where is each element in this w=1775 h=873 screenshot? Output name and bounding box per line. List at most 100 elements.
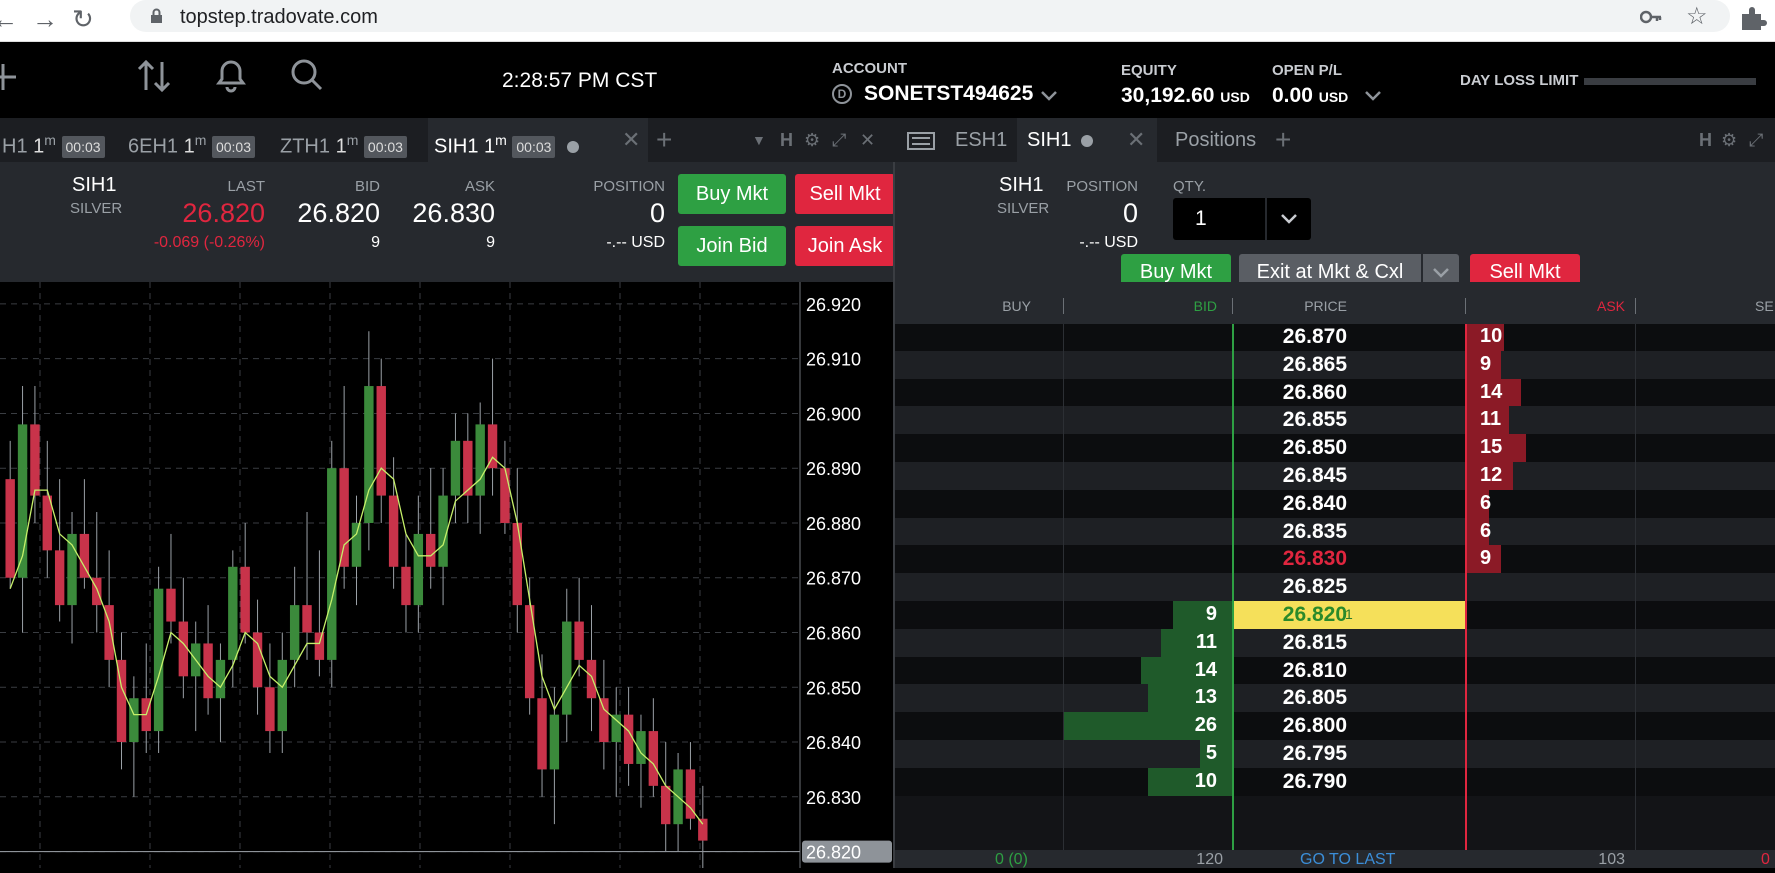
ask-size[interactable]: 11 [1480,406,1501,437]
dom-row[interactable]: 12 26.845 [895,462,1775,490]
dom-row[interactable]: 26 26.800 [895,712,1775,740]
ask-size[interactable]: 6 [1480,490,1491,521]
dom-row[interactable]: 6 26.835 [895,517,1775,549]
price-ask-separator [1465,324,1467,868]
close-tab-icon[interactable]: ✕ [1127,118,1145,162]
address-bar[interactable]: topstep.tradovate.com [130,0,1730,32]
go-to-last-link[interactable]: GO TO LAST [1300,851,1395,868]
key-icon[interactable] [1640,8,1662,26]
price-level[interactable]: 26.855 [1235,406,1347,437]
price-level[interactable]: 26.815 [1235,629,1347,660]
dom-row[interactable]: 6 26.840 [895,489,1775,521]
dom-row[interactable]: 9 26.830 [895,545,1775,576]
qty-input[interactable]: 1 [1173,198,1265,240]
extensions-icon[interactable] [1740,6,1770,30]
price-level[interactable]: 26.820 [1235,601,1347,632]
tab-chart[interactable]: 6EH1 1m 00:03 [128,118,268,162]
dom-row[interactable]: 5 26.795 [895,740,1775,768]
price-level[interactable]: 26.845 [1235,462,1347,493]
dom-row[interactable]: 14 26.860 [895,378,1775,410]
close-icon[interactable]: ✕ [860,118,875,162]
price-level[interactable]: 26.865 [1235,351,1347,382]
search-icon[interactable] [290,58,324,94]
price-level[interactable]: 26.870 [1235,324,1347,354]
bid-size[interactable]: 26 [1157,712,1217,743]
expand-icon[interactable]: ⤢ [1749,118,1763,162]
dropdown-icon[interactable]: ▼ [752,118,766,162]
dom-row[interactable]: 26.825 [895,573,1775,601]
dom-row[interactable]: 11 26.815 [895,628,1775,660]
bookmark-star-icon[interactable]: ☆ [1686,2,1708,31]
add-tab-icon[interactable]: + [1275,118,1291,162]
price-level[interactable]: 26.795 [1235,740,1347,771]
dom-row[interactable]: 11 26.855 [895,406,1775,437]
tab-chart-active[interactable]: SIH1 1m 00:03 [428,118,648,162]
price-level[interactable]: 26.800 [1235,712,1347,743]
forward-icon[interactable]: → [32,4,58,35]
price-chart[interactable]: 26.920 26.910 26.900 26.890 26.880 26.870 26.8… [0,282,895,868]
last-price: 26.820 [182,198,265,228]
chevron-down-icon[interactable] [1364,90,1382,102]
dom-row[interactable]: 1 9 26.820 [895,601,1775,629]
ask-size[interactable]: 12 [1480,462,1502,493]
col-divider[interactable] [1465,298,1466,314]
col-divider[interactable] [1232,298,1233,314]
price-level[interactable]: 26.860 [1235,379,1347,410]
bid-size[interactable]: 13 [1157,684,1217,715]
reload-icon[interactable]: ↻ [72,4,94,35]
transfer-icon[interactable] [136,58,174,96]
ask-size[interactable]: 15 [1480,434,1502,465]
price-level[interactable]: 26.810 [1235,657,1347,688]
back-icon[interactable]: ← [0,4,18,35]
bid-size[interactable]: 11 [1157,629,1217,660]
bid-size[interactable]: 9 [1157,601,1217,632]
bid-total: 120 [1196,851,1223,868]
gear-icon[interactable]: ⚙ [804,118,820,162]
tab-chart[interactable]: ZTH1 1m 00:03 [280,118,420,162]
join-bid-button[interactable]: Join Bid [678,226,786,266]
ask-size[interactable]: 6 [1480,518,1491,549]
help-icon[interactable]: H [780,118,793,162]
chevron-down-icon[interactable] [1040,90,1058,102]
price-level[interactable]: 26.830 [1235,545,1347,576]
bid-size[interactable]: 5 [1157,740,1217,771]
bell-icon[interactable] [214,56,248,94]
dom-row[interactable]: 13 26.805 [895,684,1775,715]
price-level[interactable]: 26.835 [1235,518,1347,549]
bid-size[interactable]: 10 [1157,768,1217,799]
account-value[interactable]: SONETST494625 [864,82,1033,106]
bid-size[interactable]: 14 [1157,657,1217,688]
col-divider[interactable] [1635,298,1636,314]
price-level[interactable]: 26.825 [1235,573,1347,604]
dom-row[interactable]: 9 26.865 [895,350,1775,382]
dom-row[interactable]: 10 26.870 [895,324,1775,351]
buy-mkt-button[interactable]: Buy Mkt [678,174,786,214]
join-ask-button[interactable]: Join Ask [795,226,895,266]
sell-mkt-button[interactable]: Sell Mkt [795,174,895,214]
add-icon[interactable] [0,60,28,94]
price-level[interactable]: 26.805 [1235,684,1347,715]
ask-size[interactable]: 14 [1480,379,1502,410]
tab-esh1[interactable]: ESH1 [955,118,1025,162]
add-tab-icon[interactable]: + [656,118,672,162]
price-level[interactable]: 26.840 [1235,490,1347,521]
tab-chart[interactable]: H1 1m 00:03 [0,118,122,162]
menu-icon[interactable] [907,132,935,150]
price-level[interactable]: 26.790 [1235,768,1347,799]
ask-size[interactable]: 10 [1480,324,1502,354]
dom-row[interactable]: 14 26.810 [895,656,1775,688]
gear-icon[interactable]: ⚙ [1721,118,1737,162]
dom-row[interactable]: 15 26.850 [895,434,1775,462]
ask-size[interactable]: 9 [1480,351,1491,382]
help-icon[interactable]: H [1699,118,1712,162]
col-divider[interactable] [1063,298,1064,314]
candlestick-chart[interactable]: 26.920 26.910 26.900 26.890 26.880 26.870 26.8… [0,282,895,868]
close-tab-icon[interactable]: ✕ [622,118,640,162]
ask-size[interactable]: 9 [1480,545,1491,576]
qty-dropdown[interactable] [1267,198,1311,240]
tab-positions[interactable]: Positions [1165,118,1285,162]
price-level[interactable]: 26.850 [1235,434,1347,465]
dom-ladder[interactable]: 10 26.870 9 26.865 14 26.860 11 26.855 15 26.850 1… [895,324,1775,868]
dom-row[interactable]: 10 26.790 [895,767,1775,799]
expand-icon[interactable]: ⤢ [832,118,846,162]
